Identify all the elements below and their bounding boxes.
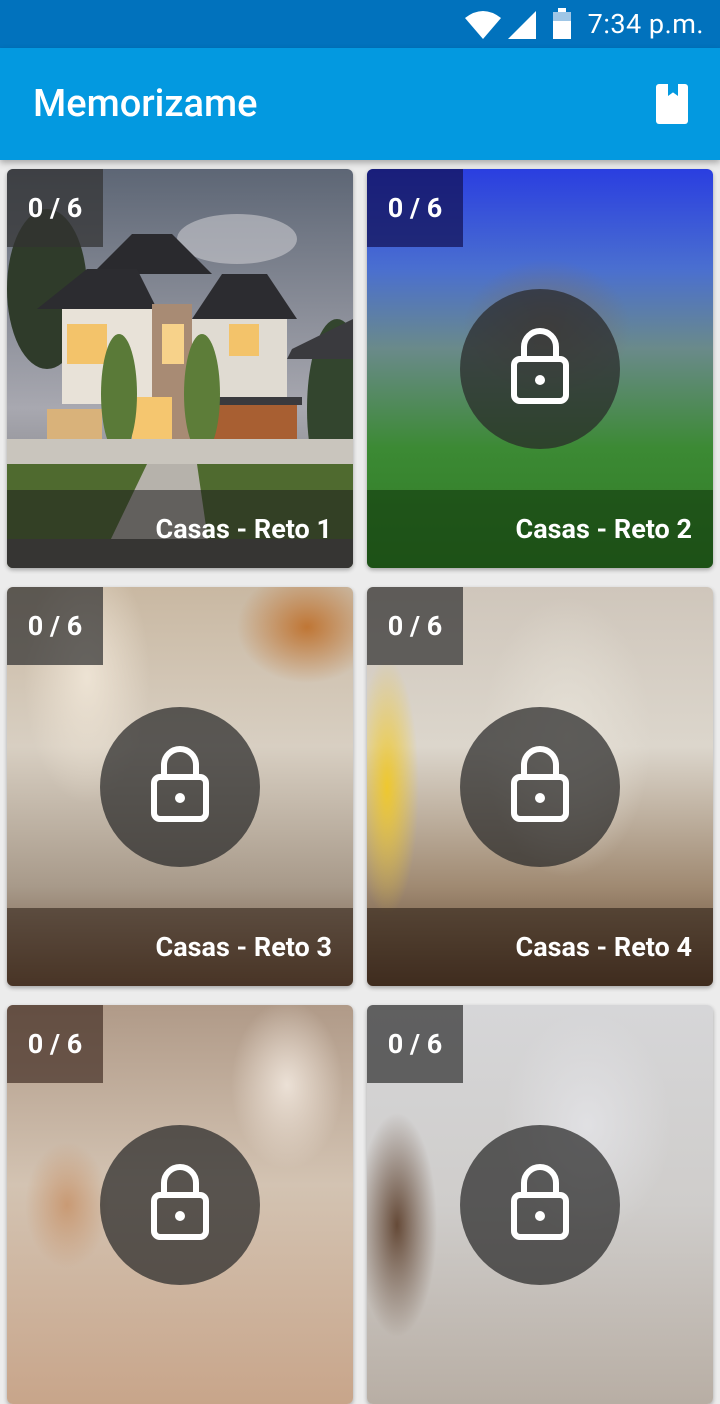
lock-icon	[151, 746, 209, 822]
challenge-card[interactable]: 0 / 6 Casas - Reto 2	[367, 169, 713, 568]
challenge-card[interactable]: 0 / 6 Casas - Reto 3	[7, 587, 353, 986]
lock-overlay	[460, 1125, 620, 1285]
lock-overlay	[460, 289, 620, 449]
bookmark-icon[interactable]	[656, 84, 688, 124]
lock-icon	[511, 1164, 569, 1240]
app-title: Memorizame	[33, 82, 258, 126]
challenge-card[interactable]: 0 / 6 Casas - Reto 4	[367, 587, 713, 986]
lock-icon	[511, 746, 569, 822]
wifi-icon	[465, 11, 501, 39]
challenge-grid: 0 / 6 Casas - Reto 1 0 / 6 Casas - Reto …	[0, 160, 720, 1404]
progress-counter: 0 / 6	[7, 1005, 103, 1083]
status-time: 7:34 p.m.	[587, 8, 704, 40]
challenge-card[interactable]: 0 / 6	[7, 1005, 353, 1404]
status-bar: 7:34 p.m.	[0, 0, 720, 48]
card-title: Casas - Reto 4	[367, 908, 713, 986]
lock-icon	[151, 1164, 209, 1240]
progress-counter: 0 / 6	[367, 169, 463, 247]
battery-icon	[553, 8, 571, 39]
lock-overlay	[460, 707, 620, 867]
challenge-card[interactable]: 0 / 6 Casas - Reto 1	[7, 169, 353, 568]
app-bar: Memorizame	[0, 48, 720, 160]
progress-counter: 0 / 6	[7, 169, 103, 247]
card-title: Casas - Reto 3	[7, 908, 353, 986]
progress-counter: 0 / 6	[7, 587, 103, 665]
signal-icon	[508, 11, 536, 39]
lock-overlay	[100, 1125, 260, 1285]
progress-counter: 0 / 6	[367, 587, 463, 665]
card-title: Casas - Reto 1	[7, 490, 353, 568]
card-title: Casas - Reto 2	[367, 490, 713, 568]
lock-overlay	[100, 707, 260, 867]
lock-icon	[511, 328, 569, 404]
progress-counter: 0 / 6	[367, 1005, 463, 1083]
challenge-card[interactable]: 0 / 6	[367, 1005, 713, 1404]
